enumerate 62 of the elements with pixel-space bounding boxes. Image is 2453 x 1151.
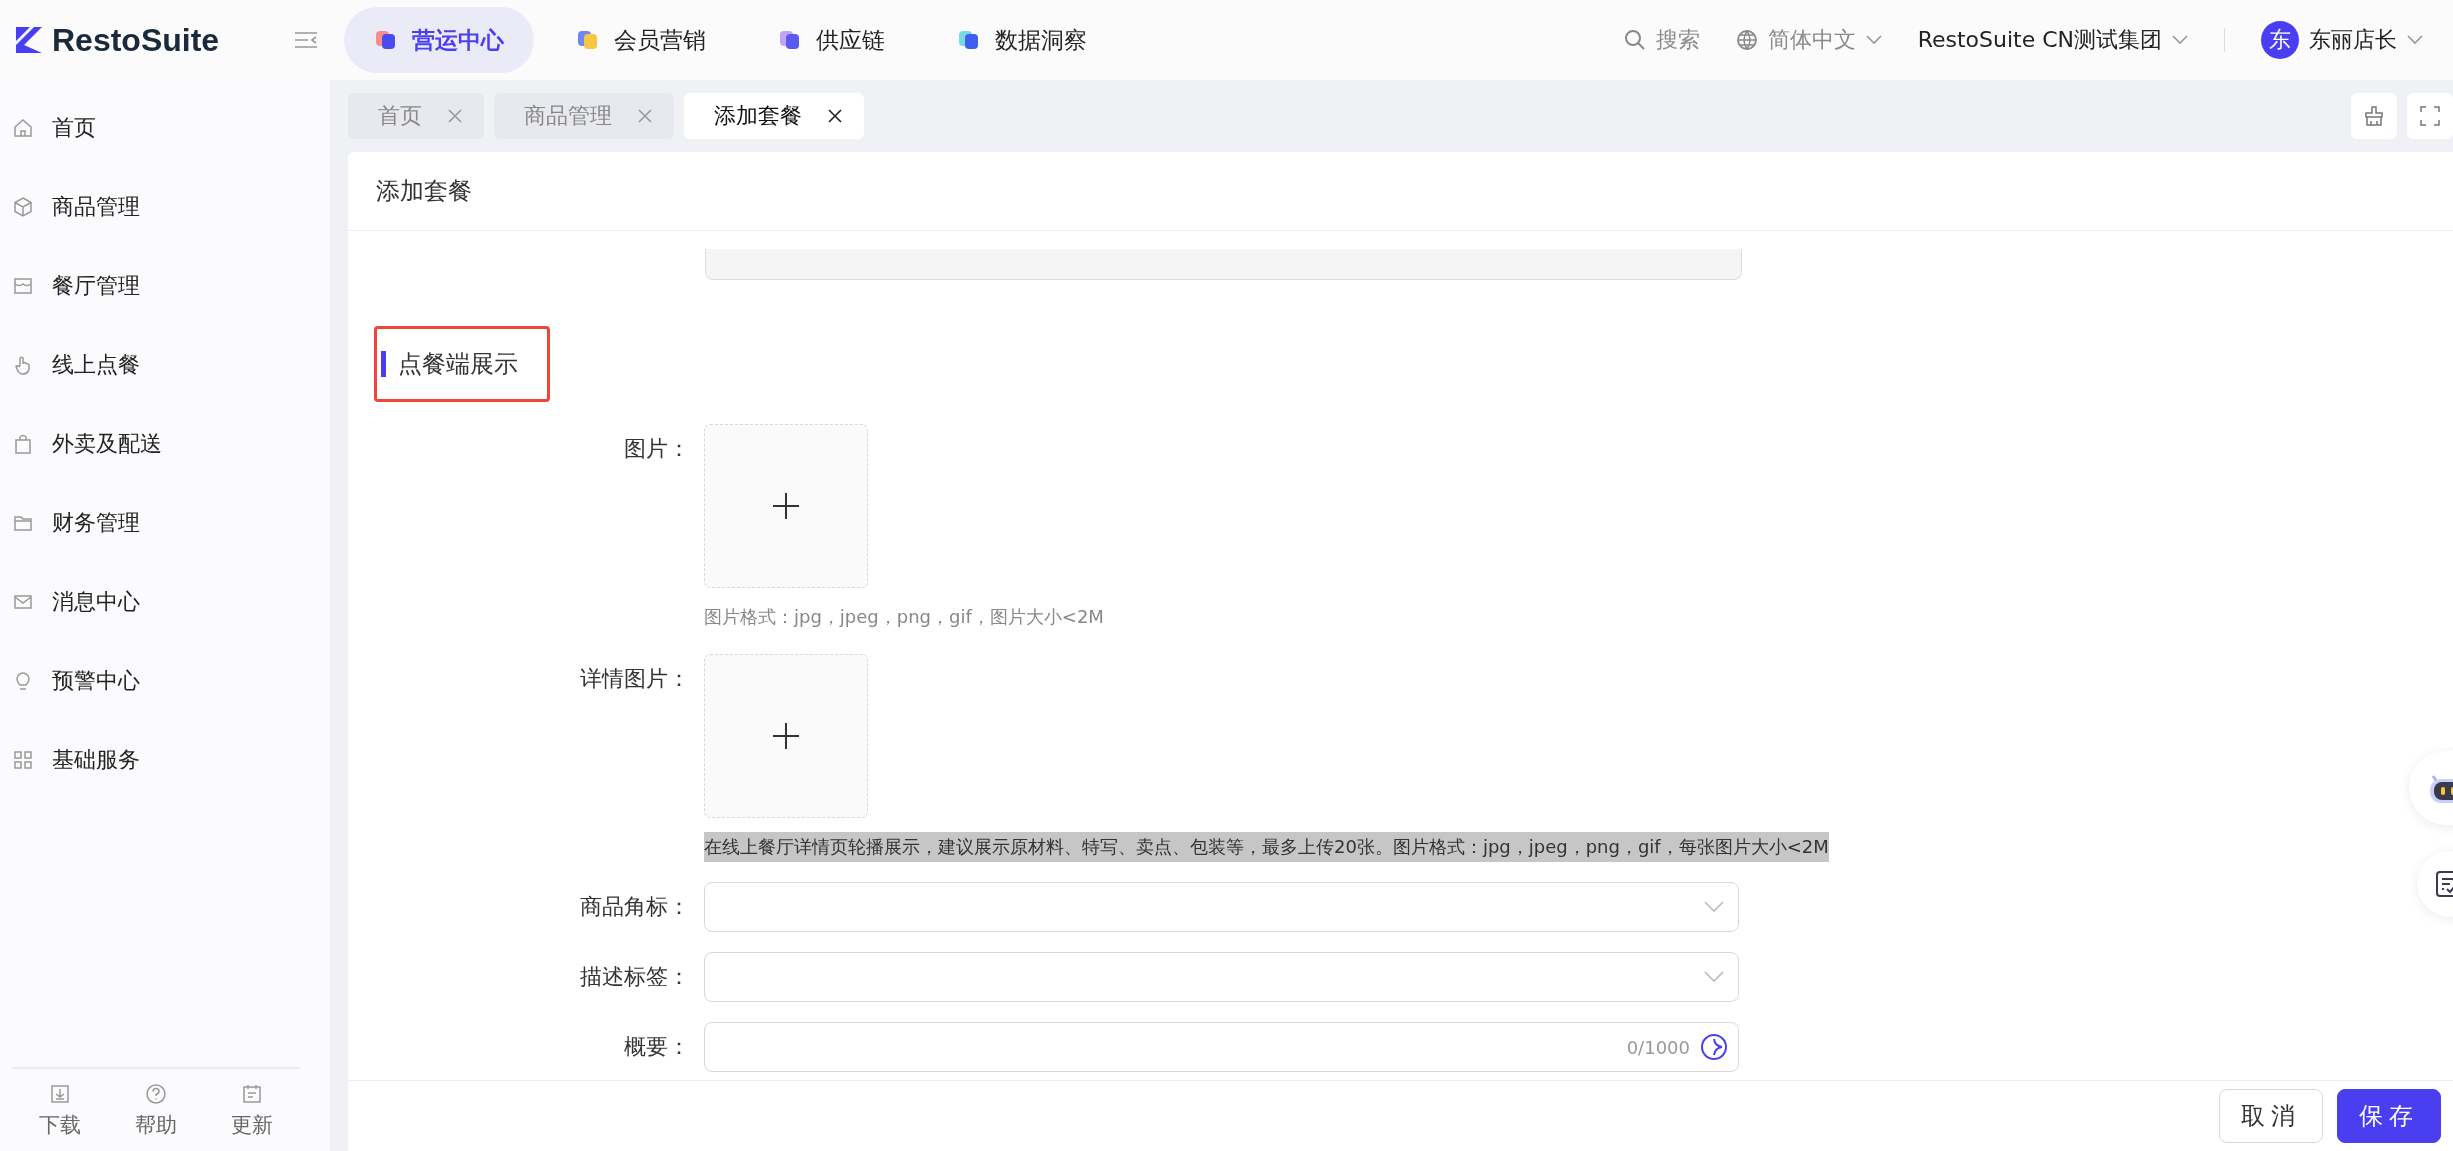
nav-tab[interactable]: 营运中心 [344, 7, 534, 73]
sidebar-footer-item[interactable]: 更新 [231, 1083, 273, 1139]
bag-icon [12, 432, 34, 455]
field-label: 描述标签： [579, 963, 691, 991]
nav-tab[interactable]: 数据洞察 [927, 7, 1117, 73]
field-label: 图片： [623, 435, 691, 463]
search-icon [1623, 29, 1646, 51]
expand-icon [2419, 105, 2441, 127]
upload-hint: 在线上餐厅详情页轮播展示，建议展示原材料、特写、卖点、包装等，最多上传20张。图片格式：jpg，jpeg，png，gif，每张图片大小<2M [704, 832, 1829, 862]
chevron-down-icon [1865, 35, 1882, 45]
chevron-down-icon [1704, 901, 1724, 913]
page-title: 添加套餐 [348, 152, 2453, 231]
sidebar-item[interactable]: 首页 [0, 88, 330, 167]
section-title: 点餐端展示 [381, 351, 518, 377]
sidebar-footer-item[interactable]: 下载 [39, 1083, 81, 1139]
sidebar-item[interactable]: 外卖及配送 [0, 404, 330, 483]
page-tab[interactable]: 添加套餐 [684, 93, 864, 139]
clean-button[interactable] [2351, 93, 2397, 139]
cube-icon [12, 195, 34, 218]
home-icon [12, 116, 34, 139]
sidebar-item[interactable]: 财务管理 [0, 483, 330, 562]
sidebar-item[interactable]: 预警中心 [0, 641, 330, 720]
field-label: 概要： [623, 1033, 691, 1061]
app-logo-icon [778, 28, 802, 52]
nav-tab[interactable]: 会员营销 [546, 7, 736, 73]
sidebar-item[interactable]: 消息中心 [0, 562, 330, 641]
chevron-down-icon [1704, 971, 1724, 983]
select-field[interactable] [704, 952, 1739, 1002]
select-field[interactable] [704, 882, 1739, 932]
cancel-button[interactable]: 取消 [2219, 1089, 2323, 1143]
sidebar-item[interactable]: 线上点餐 [0, 325, 330, 404]
close-icon[interactable] [828, 109, 842, 123]
app-logo-icon [957, 28, 981, 52]
collapse-menu-icon[interactable] [294, 31, 318, 49]
broom-icon [2363, 105, 2385, 127]
nav-tab[interactable]: 供应链 [748, 7, 915, 73]
sidebar-item[interactable]: 基础服务 [0, 720, 330, 799]
plus-icon [772, 722, 800, 750]
sidebar-item[interactable]: 餐厅管理 [0, 246, 330, 325]
help-icon [145, 1083, 167, 1105]
calendar-icon [241, 1083, 263, 1105]
download-icon [49, 1083, 71, 1105]
user-menu[interactable]: 东 东丽店长 [2261, 21, 2423, 59]
character-counter: 0/1000 [1626, 1036, 1690, 1058]
app-logo-icon [576, 28, 600, 52]
chevron-down-icon [2172, 35, 2188, 45]
field-label: 详情图片： [579, 665, 691, 693]
grid-icon [12, 748, 34, 771]
organization-dropdown[interactable]: RestoSuite CN测试集团 [1917, 25, 2188, 55]
sidebar-item[interactable]: 商品管理 [0, 167, 330, 246]
field-label: 商品角标： [579, 893, 691, 921]
upload-hint: 图片格式：jpg，jpeg，png，gif，图片大小<2M [704, 605, 1104, 629]
sidebar-footer-item[interactable]: 帮助 [135, 1083, 177, 1139]
brand-logo-icon [14, 25, 44, 55]
fullscreen-button[interactable] [2407, 93, 2453, 139]
user-avatar: 东 [2261, 21, 2299, 59]
app-logo-icon [374, 28, 398, 52]
plus-icon [772, 492, 800, 520]
chevron-down-icon [2407, 35, 2423, 45]
save-button[interactable]: 保存 [2337, 1089, 2441, 1143]
globe-icon [1735, 29, 1758, 51]
brand-name: RestoSuite [52, 21, 220, 59]
